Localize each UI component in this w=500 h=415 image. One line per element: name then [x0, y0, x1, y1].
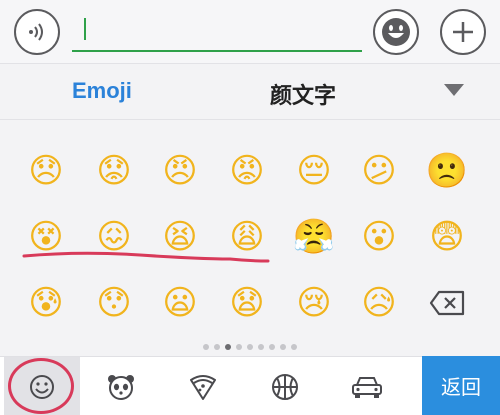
- page-dot: [258, 344, 264, 350]
- triangle-down-icon[interactable]: [444, 84, 464, 96]
- category-tab-activity[interactable]: [250, 357, 320, 415]
- pizza-icon: [190, 374, 216, 400]
- tab-kaomoji[interactable]: 颜文字: [270, 78, 336, 110]
- annotation-circle: [8, 358, 74, 414]
- return-button[interactable]: 返回: [422, 356, 500, 415]
- emoji-toggle-button[interactable]: [373, 9, 419, 55]
- voice-wave-icon: [29, 23, 43, 41]
- tab-emoji[interactable]: Emoji: [72, 78, 132, 104]
- car-icon: [352, 376, 382, 398]
- category-tab-animals[interactable]: [86, 357, 156, 415]
- text-cursor: [84, 18, 86, 40]
- message-input-field[interactable]: [72, 12, 362, 52]
- page-dot: [280, 344, 286, 350]
- add-button[interactable]: [440, 9, 486, 55]
- annotation-underline: [22, 251, 270, 263]
- page-dot: [291, 344, 297, 350]
- panda-icon: [108, 374, 134, 400]
- page-dot: [269, 344, 275, 350]
- page-dot: [247, 344, 253, 350]
- smiley-face-icon: [382, 18, 410, 46]
- page-dot: [236, 344, 242, 350]
- voice-button[interactable]: [14, 9, 60, 55]
- plus-icon: [453, 22, 473, 42]
- page-dot: [214, 344, 220, 350]
- page-dot: [203, 344, 209, 350]
- basketball-icon: [272, 373, 298, 400]
- input-underline: [72, 50, 362, 52]
- emoji-keyboard: Emoji 颜文字 😞 😟 😠 😡 😔 😕 🙁 😵 😖 😫 😩 😤 😮 😨 😰 …: [0, 0, 500, 415]
- message-input[interactable]: [72, 12, 362, 50]
- category-tab-food[interactable]: [168, 357, 238, 415]
- input-bar: [0, 0, 500, 64]
- page-indicator: [0, 340, 500, 354]
- category-tab-travel[interactable]: [332, 357, 402, 415]
- page-dot-active: [225, 344, 231, 350]
- emoji-category-tabs: Emoji 颜文字: [0, 64, 500, 120]
- emoji-grid: 😞 😟 😠 😡 😔 😕 🙁 😵 😖 😫 😩 😤 😮 😨 😰 😯 😦 😧 😢 😥: [0, 121, 500, 343]
